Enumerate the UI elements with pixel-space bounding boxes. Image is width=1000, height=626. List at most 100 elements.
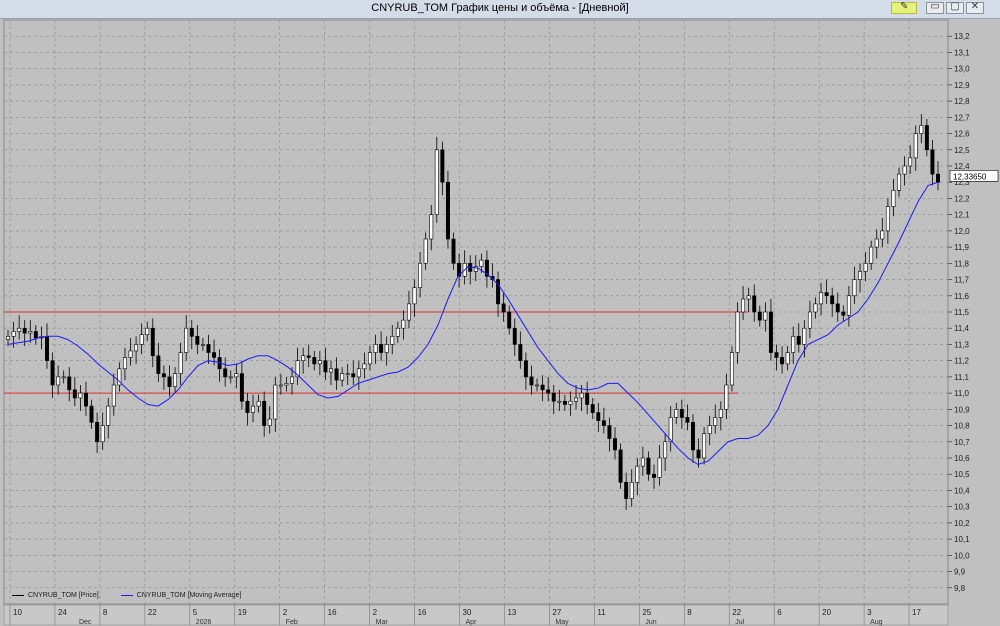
close-icon: ✕ [970,1,980,12]
y-tick-label: 11,5 [954,308,970,317]
candle-body [290,376,294,384]
candle-body [557,400,562,403]
legend-swatch-price [12,595,24,596]
x-day-label: 8 [687,608,692,617]
y-tick-label: 10,2 [954,519,970,528]
candle-body [523,360,528,378]
y-tick-label: 12,8 [954,97,970,106]
candle-body [746,295,751,300]
y-tick-label: 9,9 [954,568,966,577]
candle-body [317,360,322,365]
candle-body [835,303,840,313]
candle-body [28,331,33,334]
window-titlebar: CNYRUB_TOM График цены и объёма - [Дневн… [0,0,1000,19]
candle-body [329,368,333,373]
x-day-label: 2 [283,608,288,617]
x-month-label: Aug [870,619,883,626]
candle-body [785,352,790,365]
candle-body [239,373,244,402]
candle-body [323,360,328,373]
x-day-label: 6 [777,608,782,617]
candle-body [262,400,267,426]
x-day-label: 10 [13,608,22,617]
y-tick-label: 11,7 [954,276,970,285]
candle-body [846,295,851,316]
candle-body [278,384,283,387]
candle-body [819,292,824,305]
candle-body [368,352,372,365]
candle-body [852,279,857,297]
minimize-icon: ▭ [930,1,940,12]
maximize-icon: ▢ [950,1,960,12]
candle-body [356,368,361,378]
y-tick-label: 12,7 [954,113,970,122]
x-day-label: 11 [597,608,606,617]
x-month-label: Mar [376,619,389,626]
candle-body [596,412,601,421]
candle-body [429,214,434,240]
y-tick-label: 12,9 [954,81,970,90]
candle-body [128,350,133,358]
last-price-marker: 12,33650 [949,170,999,182]
x-month-label: 2026 [196,619,212,626]
candle-body [585,392,590,405]
candle-body [212,352,217,358]
candle-body [72,389,77,399]
pin-button[interactable]: ✎ [891,1,917,14]
x-month-label: Dec [79,619,92,626]
candle-body [83,392,88,407]
candle-body [22,327,27,334]
window-title: CNYRUB_TOM График цены и объёма - [Дневн… [371,2,629,14]
candle-body [379,344,384,353]
legend-item-moving-average: CNYRUB_TOM [Moving Average] [120,592,241,599]
candle-body [885,206,890,232]
candle-body [195,336,200,345]
minimize-button[interactable]: ▭ [926,1,944,14]
maximize-button[interactable]: ▢ [946,1,964,14]
candle-body [679,409,684,418]
candle-body [780,357,785,365]
candle-body [251,405,256,413]
candle-body [100,425,105,443]
x-month-label: Jul [735,619,744,626]
candle-body [167,376,172,387]
candle-body [17,327,22,332]
candle-body [897,173,901,191]
candle-body [33,331,38,339]
candle-body [451,238,456,264]
close-button[interactable]: ✕ [966,1,984,14]
candle-body [685,417,690,423]
y-tick-label: 11,2 [954,357,970,366]
y-tick-label: 12,0 [954,227,970,236]
candle-body [384,344,389,353]
candle-body [690,422,695,451]
candle-body [334,368,339,381]
candle-body [340,373,345,381]
candle-body [256,400,261,407]
candle-body [507,311,512,329]
candle-body [78,392,83,399]
candle-body [95,422,100,443]
candle-body [67,376,72,391]
candle-body [50,360,55,386]
y-tick-label: 11,9 [954,243,970,252]
y-tick-label: 13,1 [954,48,970,57]
candle-body [752,295,757,313]
legend-swatch-moving-average [120,595,133,596]
price-chart[interactable]: 9,8 9,9 10,0 10,1 10,2 10,3 10,4 10,5 10,6 10,7 10… [0,18,1000,626]
candle-body [713,417,718,426]
candle-body [629,482,634,499]
candle-body [891,190,896,207]
candle-body [512,327,517,345]
candle-body [551,392,556,402]
y-tick-label: 11,6 [954,292,970,301]
candle-body [613,438,617,451]
candle-body [640,457,645,467]
candle-body [406,303,411,321]
candle-body [858,271,863,280]
candle-body [89,405,94,423]
candle-body [134,344,139,352]
candle-body [161,373,166,378]
candle-body [434,149,439,215]
candle-body [362,363,367,370]
